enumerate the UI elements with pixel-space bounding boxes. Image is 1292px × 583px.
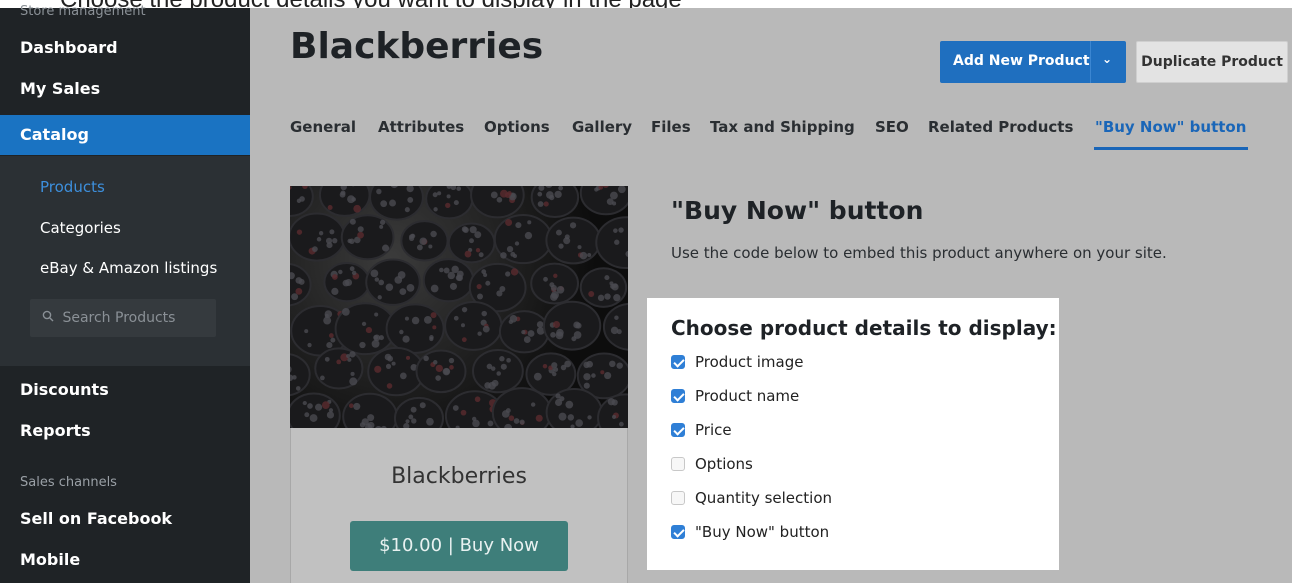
preview-buy-now-button[interactable]: $10.00 | Buy Now — [350, 521, 568, 571]
tab-tax-shipping[interactable]: Tax and Shipping — [710, 118, 855, 136]
duplicate-product-button[interactable]: Duplicate Product — [1136, 41, 1288, 83]
tab-buy-now-button[interactable]: "Buy Now" button — [1095, 118, 1246, 136]
checkbox-quantity-selection[interactable] — [671, 491, 685, 505]
blackberries-photo — [290, 186, 628, 428]
caption-text: Choose the product details you want to d… — [60, 0, 682, 8]
option-product-image[interactable]: Product image — [671, 352, 803, 372]
page-title: Blackberries — [290, 26, 544, 67]
search-placeholder: Search Products — [62, 310, 176, 326]
option-label: Product image — [695, 353, 804, 371]
tab-seo[interactable]: SEO — [875, 118, 909, 136]
tab-files[interactable]: Files — [651, 118, 691, 136]
option-options[interactable]: Options — [671, 454, 753, 474]
option-label: Options — [695, 455, 753, 473]
option-product-name[interactable]: Product name — [671, 386, 799, 406]
sidebar: Store management Dashboard My Sales Cata… — [0, 4, 250, 583]
sidebar-subitem-ebay-amazon[interactable]: eBay & Amazon listings — [40, 259, 217, 277]
add-new-product-label: Add New Product — [953, 53, 1090, 69]
option-label: Price — [695, 421, 732, 439]
catalog-submenu: Products Categories eBay & Amazon listin… — [0, 156, 250, 366]
option-buy-now-button[interactable]: "Buy Now" button — [671, 522, 829, 542]
preview-product-name: Blackberries — [391, 464, 527, 489]
sidebar-item-discounts[interactable]: Discounts — [0, 370, 250, 410]
sidebar-header: Store management — [20, 4, 146, 19]
sidebar-section-sales-channels: Sales channels — [20, 475, 117, 490]
tab-gallery[interactable]: Gallery — [572, 118, 632, 136]
buy-now-section-title: "Buy Now" button — [671, 196, 924, 225]
tab-options[interactable]: Options — [484, 118, 550, 136]
product-details-panel: Choose product details to display: Produ… — [647, 298, 1059, 570]
search-icon — [42, 299, 54, 337]
checkbox-price[interactable] — [671, 423, 685, 437]
checkbox-buy-now-button[interactable] — [671, 525, 685, 539]
sidebar-subitem-categories[interactable]: Categories — [40, 219, 121, 237]
sidebar-item-sell-on-facebook[interactable]: Sell on Facebook — [0, 499, 250, 539]
product-image — [290, 186, 628, 428]
sidebar-item-reports[interactable]: Reports — [0, 411, 250, 451]
option-label: Product name — [695, 387, 800, 405]
add-new-product-button[interactable]: Add New Product ⌄ — [940, 41, 1126, 83]
tab-attributes[interactable]: Attributes — [378, 118, 464, 136]
buy-now-description: Use the code below to embed this product… — [671, 244, 1167, 262]
button-divider — [1090, 41, 1091, 83]
option-quantity-selection[interactable]: Quantity selection — [671, 488, 832, 508]
chevron-down-icon[interactable]: ⌄ — [1102, 52, 1112, 66]
product-preview-card: Blackberries $10.00 | Buy Now — [290, 428, 628, 583]
checkbox-product-image[interactable] — [671, 355, 685, 369]
option-label: Quantity selection — [695, 489, 833, 507]
tab-general[interactable]: General — [290, 118, 356, 136]
panel-title: Choose product details to display: — [671, 316, 1057, 340]
option-label: "Buy Now" button — [695, 523, 830, 541]
tab-related-products[interactable]: Related Products — [928, 118, 1073, 136]
sidebar-item-catalog[interactable]: Catalog — [0, 115, 250, 155]
sidebar-item-mobile[interactable]: Mobile — [0, 540, 250, 580]
active-tab-indicator — [1094, 147, 1248, 150]
sidebar-subitem-products[interactable]: Products — [40, 178, 105, 196]
option-price[interactable]: Price — [671, 420, 732, 440]
search-products-input[interactable]: Search Products — [30, 299, 216, 337]
caption-strip: Choose the product details you want to d… — [0, 0, 1292, 8]
sidebar-item-my-sales[interactable]: My Sales — [0, 69, 250, 109]
checkbox-product-name[interactable] — [671, 389, 685, 403]
sidebar-item-dashboard[interactable]: Dashboard — [0, 28, 250, 68]
checkbox-options[interactable] — [671, 457, 685, 471]
